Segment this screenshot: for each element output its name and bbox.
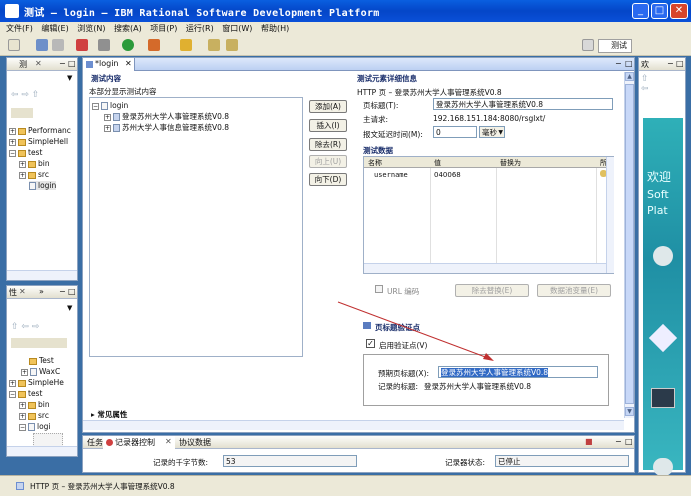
minimize-icon[interactable]: −: [615, 437, 622, 446]
calculator-icon[interactable]: [651, 388, 675, 408]
page-icon: [16, 482, 24, 490]
tab-tasks[interactable]: 任务: [87, 437, 103, 448]
recorder-status-label: 记录器状态:: [445, 458, 486, 467]
recorder-control-pane: 任务 记录器控制 ✕ 协议数据 ■ − □ 记录的千字节数: 53 记录器状态:…: [82, 435, 635, 473]
compass-icon[interactable]: [648, 323, 678, 353]
maximize-icon[interactable]: □: [676, 59, 684, 68]
record-icon: [106, 439, 113, 446]
welcome-banner: 欢迎 Soft Plat: [643, 118, 683, 476]
kb-recorded-value: 53: [223, 455, 357, 467]
tab-protocol-data[interactable]: 协议数据: [179, 437, 211, 448]
status-bar: HTTP 页 – 登录苏州大学人事管理系统V0.8: [0, 475, 691, 496]
globe-icon[interactable]: [653, 246, 673, 266]
tab-welcome[interactable]: 欢: [641, 59, 649, 70]
maximize-icon[interactable]: □: [625, 437, 633, 446]
welcome-title: 欢迎: [647, 170, 672, 184]
welcome-line-1: Soft: [647, 188, 669, 201]
kb-recorded-label: 记录的千字节数:: [153, 458, 209, 467]
welcome-pane: 欢 − □ ⇧ ⇦ 欢迎 Soft Plat: [638, 57, 686, 476]
welcome-line-2: Plat: [647, 204, 668, 217]
tab-recorder-control[interactable]: 记录器控制 ✕: [103, 436, 175, 449]
nav-arrows-icon[interactable]: ⇧ ⇦: [641, 74, 655, 104]
close-icon[interactable]: ✕: [165, 437, 172, 446]
annotation-arrow: [337, 301, 494, 361]
stop-icon[interactable]: ■: [585, 437, 593, 446]
recorder-status-value: 已停止: [495, 455, 629, 467]
gears-icon[interactable]: [653, 458, 673, 476]
minimize-icon[interactable]: −: [667, 59, 674, 68]
status-text: HTTP 页 – 登录苏州大学人事管理系统V0.8: [30, 482, 175, 491]
